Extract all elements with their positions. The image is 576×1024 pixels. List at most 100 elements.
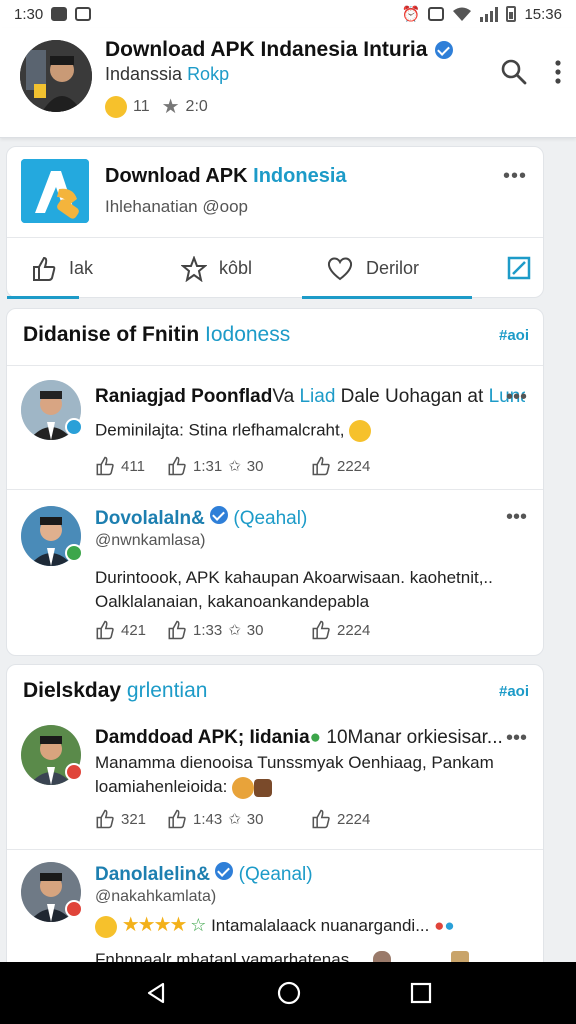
heart-icon — [327, 257, 353, 280]
page-tabs: Iak kôbl Derilor — [7, 237, 543, 299]
app-header: Download APK Indanesia Inturia Indanssia… — [0, 28, 576, 138]
posts-section-1: Didanise of Fnitin Iodoness #aoi Raniagj… — [6, 308, 544, 656]
star-rating-icon: ✩ — [228, 622, 241, 639]
notification-icon — [51, 7, 68, 21]
rating-stat: ★ 2:0 — [161, 96, 208, 118]
more-vert-icon[interactable] — [554, 59, 562, 85]
post-text: Manamma dienooisa Tunssmyak Oenhiaag, Pa… — [95, 751, 535, 799]
star-icon: ★ — [161, 96, 180, 118]
back-icon[interactable] — [144, 981, 168, 1005]
like-action[interactable]: 411 — [95, 456, 167, 476]
status-bar: 1:30 ⏰ 15:36 — [0, 0, 576, 28]
badge-icon — [65, 544, 83, 562]
star-outline-icon: ☆ — [190, 915, 207, 935]
more-horiz-icon[interactable]: ••• — [503, 165, 527, 188]
page-card: Download APK Indonesia Ihlehanatian @oop… — [6, 146, 544, 299]
section-link[interactable]: #aoi — [499, 327, 529, 344]
thumbs-up-icon — [96, 456, 114, 476]
star-rating-icon: ✩ — [228, 811, 241, 828]
share-action[interactable]: 1:43 ✩ 30 — [167, 809, 311, 829]
post-actions: 321 1:43 ✩ 30 2224 — [95, 809, 370, 829]
vibrate-icon — [428, 7, 445, 21]
badge-icon — [65, 763, 83, 781]
thumbs-up-icon — [312, 620, 330, 640]
verified-icon — [210, 506, 229, 524]
share-action[interactable]: 1:31 ✩ 30 — [167, 456, 311, 476]
badge-icon — [65, 418, 83, 436]
share-action[interactable]: 1:33 ✩ 30 — [167, 620, 311, 640]
post-avatar[interactable] — [21, 725, 83, 785]
thumbs-up-icon — [312, 809, 330, 829]
wifi-icon — [453, 7, 472, 21]
post-text: Durintoook, APK kahaupan Akoarwisaan. ka… — [95, 568, 493, 611]
signal-icon — [480, 6, 499, 22]
battery-icon — [506, 6, 517, 22]
likes-stat: 11 — [105, 95, 150, 118]
post-avatar[interactable] — [21, 380, 83, 440]
emoji-icon — [232, 776, 255, 799]
post-text: ★★★★ ☆ Intamalalaack nuanargandi... ●● — [95, 912, 535, 938]
post-card: Dovolalaln& (Qeahal) @nwnkamlasa) ••• Du… — [7, 489, 543, 657]
post-author: Raniagjad PoonfladVa Liad Dale Uohagan a… — [95, 386, 525, 407]
emoji-icon-2 — [254, 778, 273, 797]
star-icon — [181, 255, 207, 282]
post-author: Damddoad APK; Iidania● 10Manar orkiesisa… — [95, 727, 503, 748]
alarm-icon: ⏰ — [401, 6, 421, 23]
profile-avatar[interactable] — [20, 40, 92, 112]
verified-icon — [435, 41, 454, 59]
more-horiz-icon[interactable]: ••• — [506, 386, 527, 409]
smile-emoji-icon — [105, 95, 127, 118]
star-rating-icon: ✩ — [228, 458, 241, 475]
posts-section-2: Dielskday grlentian #aoi Damddoad APK; I… — [6, 664, 544, 994]
post-text: Deminilajta: Stina rlefhamalcraht, — [95, 420, 535, 442]
recents-icon[interactable] — [410, 982, 432, 1004]
system-nav-bar — [0, 962, 576, 1024]
post-author: Danolalelin& (Qeanal) — [95, 862, 313, 885]
page-card-title: Download APK Indonesia — [105, 165, 347, 187]
section-title: Didanise of Fnitin Iodoness — [23, 323, 291, 346]
search-icon[interactable] — [500, 58, 528, 86]
thumbs-up-icon — [33, 256, 56, 281]
notification-icon-2 — [75, 7, 92, 21]
post-avatar[interactable] — [21, 506, 83, 566]
edit-icon[interactable] — [507, 256, 531, 280]
app-logo[interactable] — [21, 159, 89, 223]
comment-action[interactable]: 2224 — [311, 456, 370, 476]
emoji-icon: ● — [434, 916, 445, 935]
share-icon — [168, 809, 186, 829]
post-avatar[interactable] — [21, 862, 83, 922]
post-card: Damddoad APK; Iidania● 10Manar orkiesisa… — [7, 719, 543, 849]
more-horiz-icon[interactable]: ••• — [506, 506, 527, 529]
like-action[interactable]: 321 — [95, 809, 167, 829]
tab-favorite[interactable]: Derilor — [302, 238, 472, 299]
tab-like[interactable]: Iak — [7, 238, 157, 299]
laugh-emoji-icon — [349, 420, 372, 442]
more-horiz-icon[interactable]: ••• — [506, 727, 527, 750]
post-handle: @nakahkamlata) — [95, 888, 217, 905]
page-subtitle: Indanssia Rokp — [105, 64, 230, 84]
post-actions: 421 1:33 ✩ 30 2224 — [95, 620, 370, 640]
status-time: 1:30 — [14, 5, 44, 23]
share-icon — [168, 620, 186, 640]
comment-action[interactable]: 2224 — [311, 620, 370, 640]
emoji-icon-2: ● — [444, 916, 455, 935]
comment-action[interactable]: 2224 — [311, 809, 370, 829]
tab-follow[interactable]: kôbl — [157, 238, 302, 299]
verified-icon — [215, 862, 234, 880]
smile-emoji-icon — [95, 915, 117, 938]
home-icon[interactable] — [276, 980, 302, 1006]
badge-icon — [65, 900, 83, 918]
like-action[interactable]: 421 — [95, 620, 167, 640]
thumbs-up-icon — [96, 809, 114, 829]
post-card: Raniagjad PoonfladVa Liad Dale Uohagan a… — [7, 365, 543, 489]
status-clock: 15:36 — [524, 5, 562, 23]
stars-icon: ★★★★ — [121, 914, 188, 936]
thumbs-up-icon — [96, 620, 114, 640]
header-stats: 11 ★ 2:0 — [105, 94, 208, 119]
section-link[interactable]: #aoi — [499, 683, 529, 700]
share-icon — [168, 456, 186, 476]
post-actions: 411 1:31 ✩ 30 2224 — [95, 456, 370, 476]
page-title: Download APK Indanesia Inturia — [105, 38, 454, 62]
section-title: Dielskday grlentian — [23, 679, 208, 702]
post-handle: @nwnkamlasa) — [95, 532, 206, 549]
